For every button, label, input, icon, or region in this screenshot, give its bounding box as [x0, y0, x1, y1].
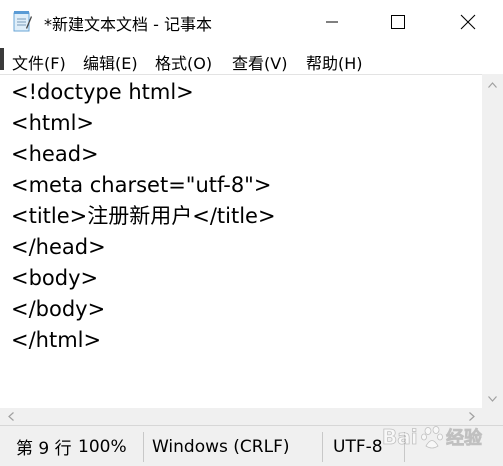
chevron-up-icon — [488, 81, 497, 88]
editor-line: </head> — [11, 235, 106, 259]
maximize-icon — [391, 15, 405, 29]
svg-text:Bai: Bai — [382, 425, 418, 449]
minimize-button[interactable] — [309, 0, 355, 44]
chevron-left-icon — [7, 412, 14, 421]
status-divider — [322, 432, 323, 462]
background-window-edge — [0, 48, 4, 70]
status-cursor-position: 第 9 行 — [16, 439, 72, 459]
status-encoding: UTF-8 — [333, 436, 383, 457]
editor-line: <!doctype html> — [11, 80, 194, 104]
editor-line: <title>注册新用户</title> — [11, 204, 276, 228]
notepad-window: *新建文本文档 - 记事本 文件(F) 编辑(E) 格式(O) 查看(V) 帮助… — [0, 0, 503, 466]
menu-file[interactable]: 文件(F) — [12, 50, 66, 74]
close-icon — [460, 14, 476, 30]
window-title: *新建文本文档 - 记事本 — [44, 15, 212, 34]
editor-line: </body> — [11, 297, 106, 321]
scroll-up-button[interactable] — [482, 76, 503, 93]
title-bar[interactable]: *新建文本文档 - 记事本 — [0, 0, 503, 44]
status-zoom: 100% — [78, 436, 127, 457]
text-editor[interactable]: <!doctype html> <html> <head> <meta char… — [0, 74, 482, 408]
scroll-down-button[interactable] — [482, 390, 503, 407]
menu-bar: 文件(F) 编辑(E) 格式(O) 查看(V) 帮助(H) — [0, 46, 503, 74]
notepad-icon — [12, 10, 32, 32]
chevron-down-icon — [488, 395, 497, 402]
close-button[interactable] — [445, 0, 491, 44]
vertical-scrollbar[interactable] — [482, 74, 503, 408]
baidu-watermark-logo: Bai 经验 — [380, 420, 500, 454]
menu-edit[interactable]: 编辑(E) — [83, 50, 138, 74]
status-line-ending: Windows (CRLF) — [152, 436, 290, 457]
status-divider — [143, 432, 144, 462]
menu-format[interactable]: 格式(O) — [155, 50, 212, 74]
menu-view[interactable]: 查看(V) — [232, 50, 287, 74]
editor-line: <meta charset="utf-8"> — [11, 173, 272, 197]
editor-line: <head> — [11, 142, 99, 166]
editor-line: <html> — [11, 111, 95, 135]
svg-text:经验: 经验 — [446, 427, 483, 449]
menu-help[interactable]: 帮助(H) — [306, 50, 363, 74]
minimize-icon — [326, 21, 338, 23]
editor-line: </html> — [11, 328, 102, 352]
scroll-left-button[interactable] — [2, 408, 19, 425]
editor-line: <body> — [11, 266, 99, 290]
maximize-button[interactable] — [375, 0, 421, 44]
